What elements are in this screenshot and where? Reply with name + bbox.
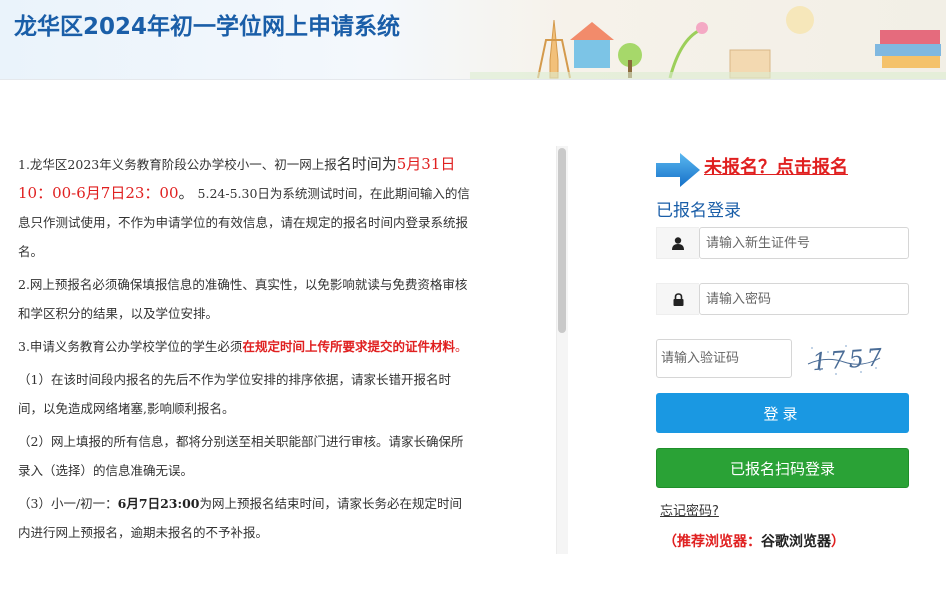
notice-sub-3: （3）小一/初一：6月7日23:00为网上预报名结束时间，请家长务必在规定时间内… [18,496,462,540]
header-banner: 龙华区2024年初一学位网上申请系统 [0,0,946,80]
lock-icon [656,283,699,315]
id-number-row [656,227,909,259]
user-icon [656,227,699,259]
notice-item-2: 2.网上预报名必须确保填报信息的准确性、真实性，以免影响就读与免费资格审核和学区… [18,277,468,321]
register-link[interactable]: 未报名？点击报名 [704,153,848,179]
forgot-password-link[interactable]: 忘记密码? [660,500,719,519]
arrow-right-icon [656,153,700,187]
login-heading: 已报名登录 [656,201,741,221]
banner-illustration [470,6,946,79]
password-input[interactable] [699,283,909,315]
captcha-image[interactable]: 1757 [806,340,882,378]
browser-recommendation: （推荐浏览器：谷歌浏览器） [663,534,845,550]
notice-scrollbar-thumb[interactable] [558,148,566,333]
notice-sub-2: （2）网上填报的所有信息，都将分别送至相关职能部门进行审核。请家长确保所录入（选… [18,434,464,478]
login-button[interactable]: 登录 [656,393,909,433]
captcha-input[interactable] [656,339,792,378]
notice-item-1: 1.龙华区2023年义务教育阶段公办学校小一、初一网上报名时间为5月31日10：… [18,155,470,259]
notice-panel: 1.龙华区2023年义务教育阶段公办学校小一、初一网上报名时间为5月31日10：… [18,150,473,570]
id-number-input[interactable] [699,227,909,259]
password-row [656,283,909,315]
scan-login-button[interactable]: 已报名扫码登录 [656,448,909,488]
notice-sub-1: （1）在该时间段内报名的先后不作为学位安排的排序依据，请家长错开报名时间，以免造… [18,372,451,416]
page-title: 龙华区2024年初一学位网上申请系统 [14,14,401,40]
notice-item-3: 3.申请义务教育公办学校学位的学生必须在规定时间上传所要求提交的证件材料。 [18,339,468,354]
